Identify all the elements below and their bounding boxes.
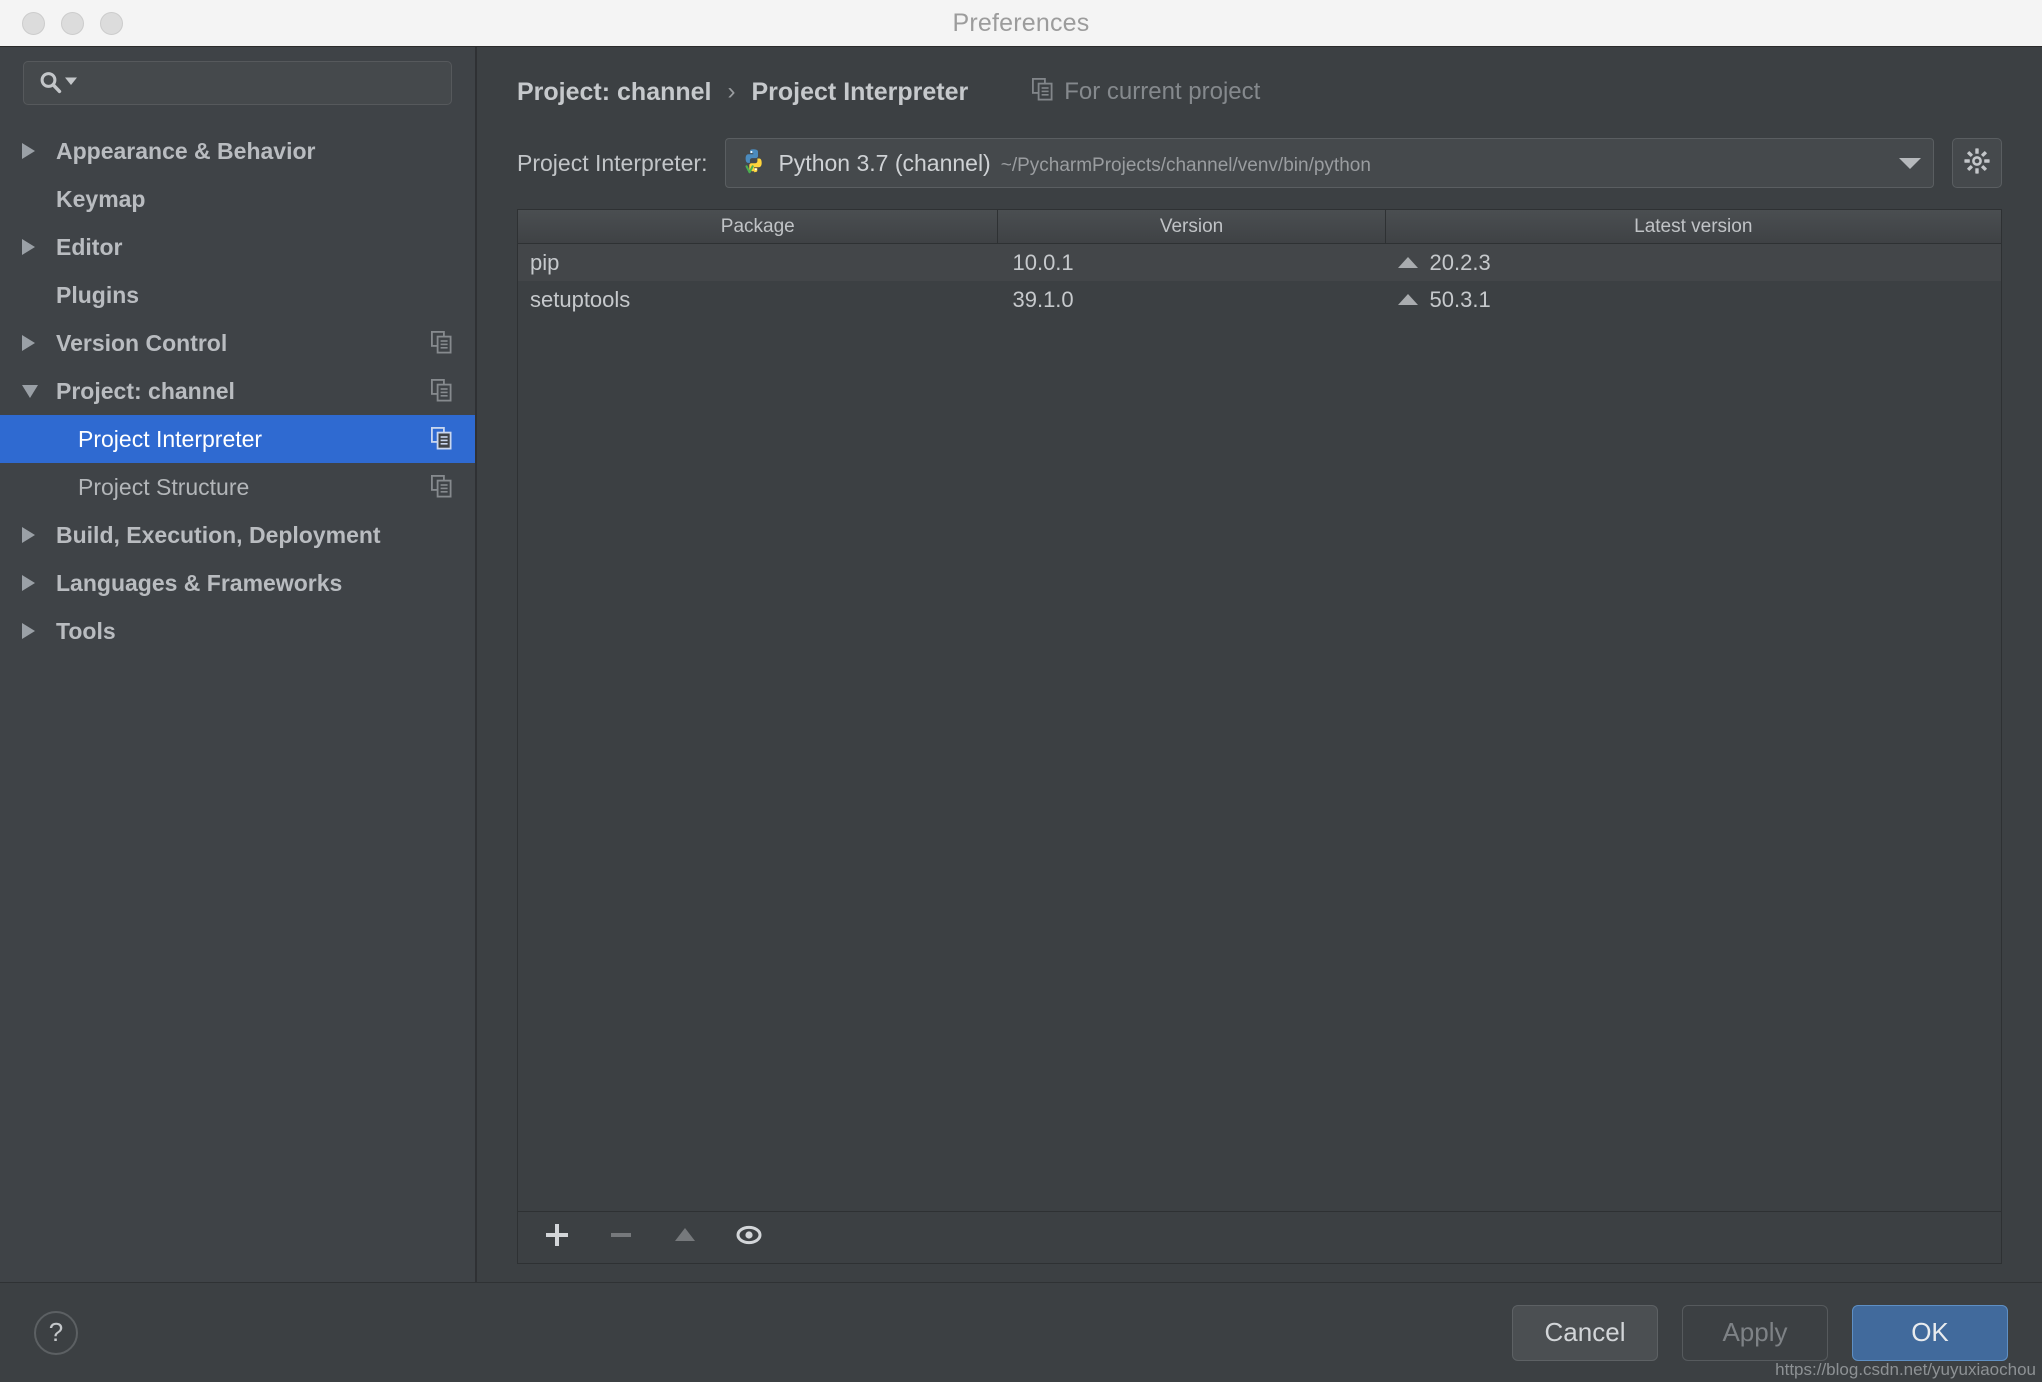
scope-indicator: For current project	[1032, 77, 1261, 107]
search-dropdown-icon[interactable]	[64, 74, 78, 93]
chevron-down-icon[interactable]	[22, 384, 56, 398]
packages-table-body: pip 10.0.1 20.2.3 setuptools 39.1.0 50.3.1	[518, 244, 2001, 1211]
sidebar-item-editor[interactable]: Editor	[0, 223, 475, 271]
search-icon	[38, 70, 64, 96]
sidebar-item-build-execution-deployment[interactable]: Build, Execution, Deployment	[0, 511, 475, 559]
arrow-up-icon	[670, 1220, 700, 1255]
sidebar-item-tools[interactable]: Tools	[0, 607, 475, 655]
latest-version-text: 50.3.1	[1429, 286, 1491, 312]
breadcrumb-current: Project Interpreter	[751, 77, 969, 106]
scope-label: For current project	[1064, 78, 1261, 105]
settings-sidebar: Appearance & Behavior Keymap Editor Plugins…	[0, 47, 477, 1282]
window-title: Preferences	[952, 8, 1090, 37]
sidebar-item-project-channel[interactable]: Project: channel	[0, 367, 475, 415]
chevron-right-icon[interactable]	[22, 575, 56, 591]
upgrade-package-button	[668, 1221, 702, 1255]
chevron-right-icon[interactable]	[22, 239, 56, 255]
sidebar-item-label: Version Control	[56, 329, 228, 356]
project-scope-icon	[431, 427, 453, 451]
upgrade-available-icon	[1397, 257, 1418, 268]
gear-icon	[1963, 147, 1991, 180]
ok-button[interactable]: OK	[1852, 1304, 2008, 1361]
sidebar-item-project-structure[interactable]: Project Structure	[0, 463, 475, 511]
plus-icon	[542, 1220, 572, 1255]
python-venv-icon	[740, 147, 768, 180]
chevron-down-icon[interactable]	[1899, 157, 1921, 169]
table-row[interactable]: pip 10.0.1 20.2.3	[518, 244, 2001, 281]
chevron-right-icon[interactable]	[22, 623, 56, 639]
upgrade-available-icon	[1397, 294, 1418, 305]
preferences-dialog: Preferences Appearance & Behavior Keymap…	[0, 0, 2042, 1382]
help-button[interactable]: ?	[34, 1310, 78, 1355]
apply-button[interactable]: Apply	[1682, 1304, 1828, 1361]
column-header[interactable]: Version	[998, 210, 1386, 243]
interpreter-settings-button[interactable]	[1952, 138, 2002, 188]
table-row[interactable]: setuptools 39.1.0 50.3.1	[518, 281, 2001, 318]
chevron-right-icon[interactable]	[22, 143, 56, 159]
sidebar-item-label: Appearance & Behavior	[56, 137, 316, 164]
sidebar-item-label: Keymap	[56, 185, 146, 212]
sidebar-item-label: Project Interpreter	[78, 425, 263, 452]
project-scope-icon	[431, 379, 453, 403]
column-header[interactable]: Latest version	[1386, 210, 2001, 243]
sidebar-item-keymap[interactable]: Keymap	[0, 175, 475, 223]
sidebar-item-appearance-behavior[interactable]: Appearance & Behavior	[0, 127, 475, 175]
sidebar-item-label: Plugins	[56, 281, 140, 308]
sidebar-item-version-control[interactable]: Version Control	[0, 319, 475, 367]
package-version-cell: 39.1.0	[1012, 286, 1074, 312]
column-header[interactable]: Package	[518, 210, 999, 243]
cancel-button[interactable]: Cancel	[1512, 1304, 1658, 1361]
project-scope-icon	[1032, 77, 1054, 107]
sidebar-item-languages-frameworks[interactable]: Languages & Frameworks	[0, 559, 475, 607]
sidebar-item-label: Project: channel	[56, 377, 235, 404]
eye-icon	[733, 1220, 765, 1255]
project-scope-icon	[431, 331, 453, 355]
show-early-releases-button[interactable]	[732, 1221, 766, 1255]
install-package-button[interactable]	[540, 1221, 574, 1255]
packages-toolbar	[518, 1211, 2001, 1263]
sidebar-item-plugins[interactable]: Plugins	[0, 271, 475, 319]
interpreter-label: Project Interpreter:	[517, 149, 708, 176]
package-name-cell: setuptools	[530, 286, 631, 312]
package-latest-version-cell: 20.2.3	[1386, 250, 2001, 276]
window-titlebar: Preferences	[0, 0, 2042, 47]
latest-version-text: 20.2.3	[1429, 249, 1491, 275]
packages-table: Package Version Latest version pip 10.0.1 20…	[517, 209, 2002, 1264]
interpreter-name: Python 3.7 (channel)	[778, 149, 991, 176]
chevron-right-icon[interactable]	[22, 527, 56, 543]
search-area	[0, 61, 475, 105]
interpreter-value: Python 3.7 (channel) ~/PycharmProjects/c…	[778, 150, 1881, 177]
breadcrumb-separator: ›	[727, 78, 736, 105]
sidebar-item-label: Tools	[56, 617, 116, 644]
sidebar-item-label: Build, Execution, Deployment	[56, 521, 381, 548]
sidebar-item-label: Editor	[56, 233, 123, 260]
chevron-right-icon[interactable]	[22, 335, 56, 351]
package-name-cell: pip	[530, 249, 560, 275]
packages-table-header: Package Version Latest version	[518, 210, 2001, 244]
interpreter-row: Project Interpreter: Python 3.7 (channel…	[517, 135, 2002, 191]
watermark: https://blog.csdn.net/yuyuxiaochou	[1775, 1360, 2036, 1379]
settings-tree: Appearance & Behavior Keymap Editor Plugins…	[0, 127, 475, 655]
interpreter-path: ~/PycharmProjects/channel/venv/bin/pytho…	[1000, 154, 1371, 176]
package-version-cell: 10.0.1	[1012, 249, 1074, 275]
search-box[interactable]	[23, 61, 452, 105]
sidebar-item-project-interpreter[interactable]: Project Interpreter	[0, 415, 475, 463]
breadcrumb: Project: channel › Project Interpreter F…	[517, 47, 2002, 121]
settings-main-panel: Project: channel › Project Interpreter F…	[477, 47, 2042, 1282]
interpreter-select[interactable]: Python 3.7 (channel) ~/PycharmProjects/c…	[725, 138, 1934, 188]
question-mark-icon: ?	[48, 1317, 64, 1347]
package-latest-version-cell: 50.3.1	[1386, 287, 2001, 313]
project-scope-icon	[431, 475, 453, 499]
sidebar-item-label: Project Structure	[78, 473, 250, 500]
dialog-body: Appearance & Behavior Keymap Editor Plugins…	[0, 47, 2042, 1282]
breadcrumb-parent[interactable]: Project: channel	[517, 78, 712, 107]
minus-icon	[606, 1220, 636, 1255]
uninstall-package-button	[604, 1221, 638, 1255]
dialog-footer: ? Cancel Apply OK https://blog.csdn.net/…	[0, 1282, 2042, 1382]
sidebar-item-label: Languages & Frameworks	[56, 569, 343, 596]
